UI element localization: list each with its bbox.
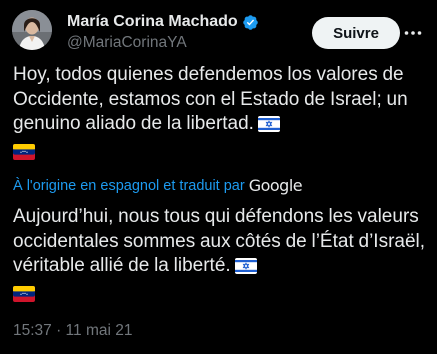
translation-notice[interactable]: À l'origine en espagnol et traduit par G…: [13, 176, 303, 195]
translated-body: Aujourd’hui, nous tous qui défendons les…: [13, 206, 426, 276]
follow-button[interactable]: Suivre: [312, 17, 400, 49]
tweet-header: María Corina Machado @MariaCorinaYA Suiv…: [12, 10, 432, 54]
more-options-icon[interactable]: [402, 22, 424, 44]
verified-badge-icon[interactable]: [242, 14, 259, 31]
venezuela-flag-icon: [13, 143, 35, 168]
author-handle[interactable]: @MariaCorinaYA: [67, 34, 259, 52]
display-name-row: María Corina Machado: [67, 12, 259, 32]
venezuela-flag-icon: [13, 285, 35, 310]
israel-flag-icon: [234, 257, 257, 282]
display-name[interactable]: María Corina Machado: [67, 13, 238, 31]
translated-text: Aujourd’hui, nous tous qui défendons les…: [13, 205, 431, 309]
author-names: María Corina Machado @MariaCorinaYA: [67, 12, 259, 52]
avatar[interactable]: [12, 10, 52, 50]
israel-flag-icon: [257, 115, 280, 140]
tweet-text: Hoy, todos quienes defendemos los valore…: [13, 63, 429, 167]
tweet-timestamp[interactable]: 15:37 · 11 mai 21: [13, 322, 132, 340]
google-logo: Google: [248, 176, 303, 195]
translation-notice-text: À l'origine en espagnol et traduit par: [13, 177, 245, 194]
tweet-card: María Corina Machado @MariaCorinaYA Suiv…: [0, 0, 437, 354]
tweet-body: Hoy, todos quienes defendemos los valore…: [13, 64, 408, 134]
